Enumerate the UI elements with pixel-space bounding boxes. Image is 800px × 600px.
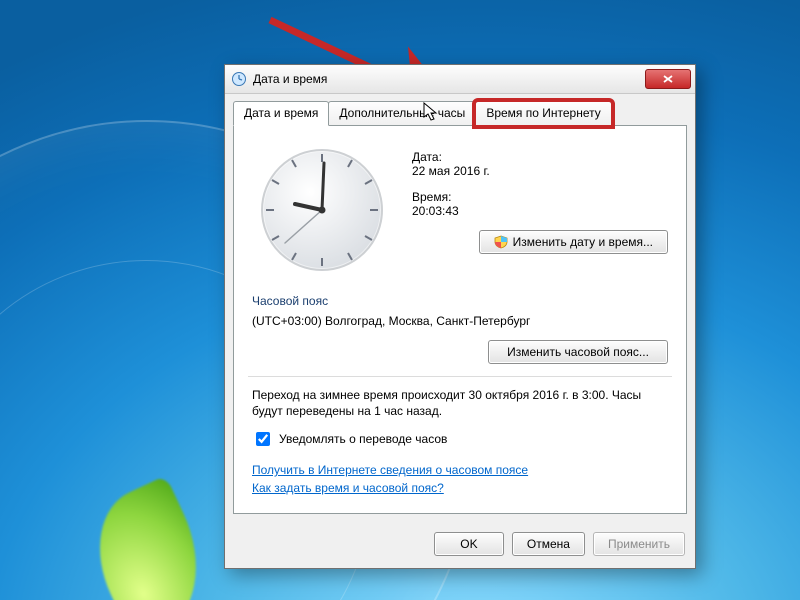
- how-to-set-time-link[interactable]: Как задать время и часовой пояс?: [252, 481, 444, 495]
- close-button[interactable]: [645, 69, 691, 89]
- uac-shield-icon: [494, 235, 508, 249]
- app-icon: [231, 71, 247, 87]
- divider: [248, 376, 672, 377]
- change-timezone-button[interactable]: Изменить часовой пояс...: [488, 340, 668, 364]
- apply-button: Применить: [593, 532, 685, 556]
- timezone-value: (UTC+03:00) Волгоград, Москва, Санкт-Пет…: [252, 314, 668, 328]
- time-value: 20:03:43: [412, 204, 668, 218]
- analog-clock: [252, 140, 392, 280]
- tab-row: Дата и время Дополнительные часы Время п…: [225, 94, 695, 125]
- notify-dst-label: Уведомлять о переводе часов: [279, 432, 447, 446]
- tab-internet-time[interactable]: Время по Интернету: [475, 101, 611, 126]
- change-date-time-label: Изменить дату и время...: [513, 235, 653, 249]
- timezone-heading: Часовой пояс: [252, 294, 668, 308]
- close-icon: [663, 75, 673, 83]
- dst-info-text: Переход на зимнее время происходит 30 ок…: [252, 387, 668, 419]
- date-value: 22 мая 2016 г.: [412, 164, 668, 178]
- notify-dst-checkbox[interactable]: [256, 432, 270, 446]
- notify-dst-row[interactable]: Уведомлять о переводе часов: [252, 429, 668, 449]
- change-date-time-button[interactable]: Изменить дату и время...: [479, 230, 668, 254]
- cancel-button[interactable]: Отмена: [512, 532, 585, 556]
- tab-additional-clocks[interactable]: Дополнительные часы: [328, 101, 476, 126]
- timezone-info-link[interactable]: Получить в Интернете сведения о часовом …: [252, 463, 528, 477]
- tab-panel: Дата: 22 мая 2016 г. Время: 20:03:43 Изм…: [233, 125, 687, 514]
- desktop-background: Дата и время Дата и время Дополнительные…: [0, 0, 800, 600]
- minute-hand: [322, 163, 324, 210]
- date-label: Дата:: [412, 150, 668, 164]
- ok-button[interactable]: OK: [434, 532, 504, 556]
- titlebar[interactable]: Дата и время: [225, 65, 695, 94]
- tab-date-and-time[interactable]: Дата и время: [233, 101, 329, 126]
- date-time-dialog: Дата и время Дата и время Дополнительные…: [224, 64, 696, 569]
- dialog-footer: OK Отмена Применить: [225, 522, 695, 568]
- time-label: Время:: [412, 190, 668, 204]
- window-title: Дата и время: [253, 72, 645, 86]
